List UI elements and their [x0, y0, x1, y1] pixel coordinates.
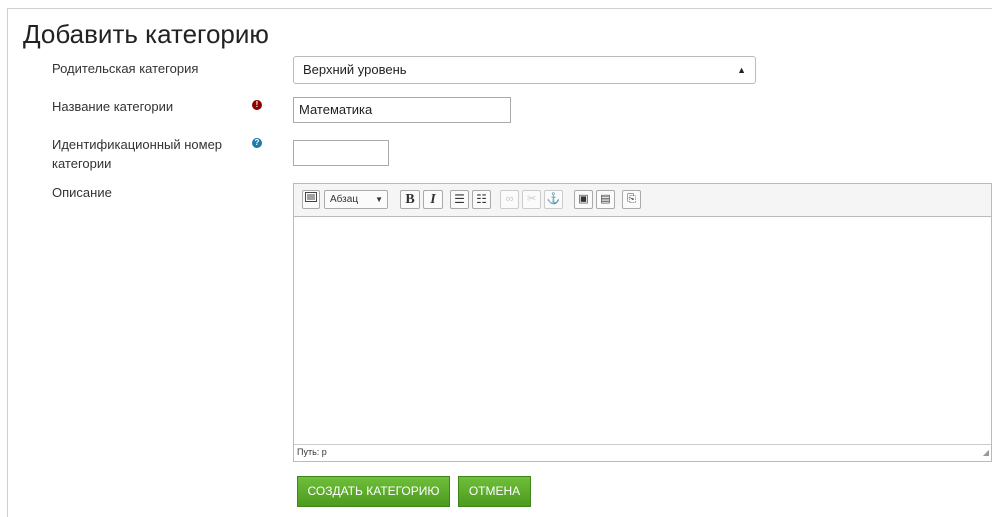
page-title: Добавить категорию	[23, 19, 269, 49]
idnumber-label-line2: категории	[52, 156, 112, 171]
bullet-list-icon[interactable]: ☰	[450, 190, 469, 209]
editor-content-area[interactable]	[294, 217, 991, 445]
idnumber-label: Идентификационный номер категории	[52, 135, 222, 173]
paste-icon[interactable]: ⎘	[622, 190, 641, 209]
anchor-icon[interactable]: ⚓	[544, 190, 563, 209]
image-icon[interactable]: ▣	[574, 190, 593, 209]
parent-category-label: Родительская категория	[52, 61, 199, 76]
idnumber-label-line1: Идентификационный номер	[52, 137, 223, 152]
create-category-button[interactable]: СОЗДАТЬ КАТЕГОРИЮ	[297, 476, 450, 507]
category-name-label: Название категории	[52, 99, 174, 114]
cancel-button[interactable]: ОТМЕНА	[458, 476, 531, 507]
media-icon[interactable]: ▤	[596, 190, 615, 209]
description-label: Описание	[52, 185, 112, 200]
toggle-toolbar-icon[interactable]	[302, 190, 320, 209]
parent-category-value: Верхний уровень	[303, 62, 407, 77]
select-arrows-icon: ▲	[737, 65, 746, 75]
unlink-icon[interactable]: ✂	[522, 190, 541, 209]
category-name-input[interactable]: Математика	[293, 97, 511, 123]
format-select[interactable]: Абзац ▼	[324, 190, 388, 209]
link-icon[interactable]: ∞	[500, 190, 519, 209]
description-editor: Абзац ▼ B I ☰ ☷ ∞ ✂ ⚓ ▣ ▤ ⎘ Путь: p ◢	[293, 183, 992, 462]
parent-category-select[interactable]: Верхний уровень ▲	[293, 56, 756, 84]
chevron-down-icon: ▼	[375, 195, 383, 204]
editor-toolbar: Абзац ▼ B I ☰ ☷ ∞ ✂ ⚓ ▣ ▤ ⎘	[294, 184, 991, 217]
question-circle-icon[interactable]: ?	[252, 138, 262, 148]
italic-button[interactable]: I	[423, 190, 443, 209]
resize-grip-icon[interactable]: ◢	[983, 445, 989, 460]
bold-button[interactable]: B	[400, 190, 420, 209]
editor-path: Путь: p	[297, 447, 327, 457]
numbered-list-icon[interactable]: ☷	[472, 190, 491, 209]
idnumber-input[interactable]	[293, 140, 389, 166]
exclamation-circle-icon[interactable]: !	[252, 100, 262, 110]
format-select-value: Абзац	[330, 194, 359, 205]
editor-status-bar: Путь: p ◢	[294, 444, 991, 461]
